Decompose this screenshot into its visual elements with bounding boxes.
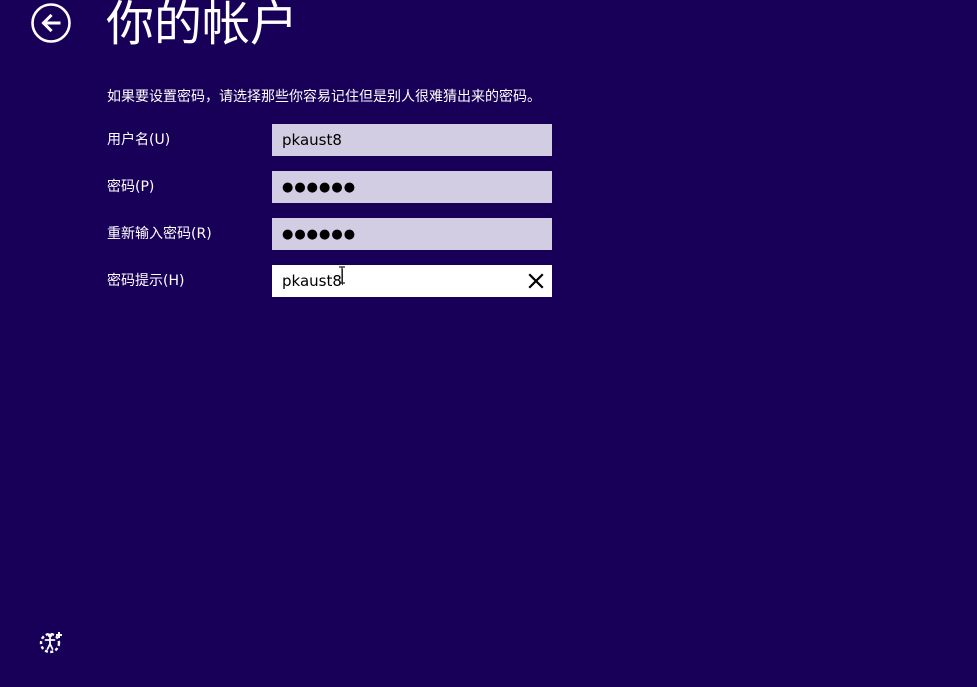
username-input[interactable]: pkaust8 bbox=[272, 124, 552, 156]
password-hint-value: pkaust8 bbox=[282, 272, 342, 290]
username-row: 用户名(U) pkaust8 bbox=[107, 124, 552, 156]
back-arrow-circle-icon bbox=[31, 3, 71, 43]
password-input[interactable]: ●●●●●● bbox=[272, 171, 552, 203]
username-value: pkaust8 bbox=[282, 131, 342, 149]
password-hint-label: 密码提示(H) bbox=[107, 273, 185, 289]
confirm-password-value: ●●●●●● bbox=[282, 227, 357, 242]
back-button[interactable] bbox=[31, 3, 71, 43]
confirm-password-row: 重新输入密码(R) ●●●●●● bbox=[107, 218, 552, 250]
password-instruction: 如果要设置密码，请选择那些你容易记住但是别人很难猜出来的密码。 bbox=[107, 89, 541, 105]
password-label: 密码(P) bbox=[107, 179, 155, 195]
password-hint-row: 密码提示(H) pkaust8 bbox=[107, 265, 552, 297]
confirm-password-input[interactable]: ●●●●●● bbox=[272, 218, 552, 250]
close-icon[interactable] bbox=[528, 273, 544, 289]
ease-of-access-button[interactable] bbox=[38, 629, 64, 655]
confirm-password-label: 重新输入密码(R) bbox=[107, 226, 212, 242]
ease-of-access-icon bbox=[39, 632, 62, 654]
password-hint-input[interactable]: pkaust8 bbox=[272, 265, 552, 297]
password-row: 密码(P) ●●●●●● bbox=[107, 171, 552, 203]
password-value: ●●●●●● bbox=[282, 180, 357, 195]
ibeam-cursor-icon bbox=[337, 266, 347, 284]
username-label: 用户名(U) bbox=[107, 132, 171, 148]
page-title: 你的帐户 bbox=[106, 0, 299, 52]
